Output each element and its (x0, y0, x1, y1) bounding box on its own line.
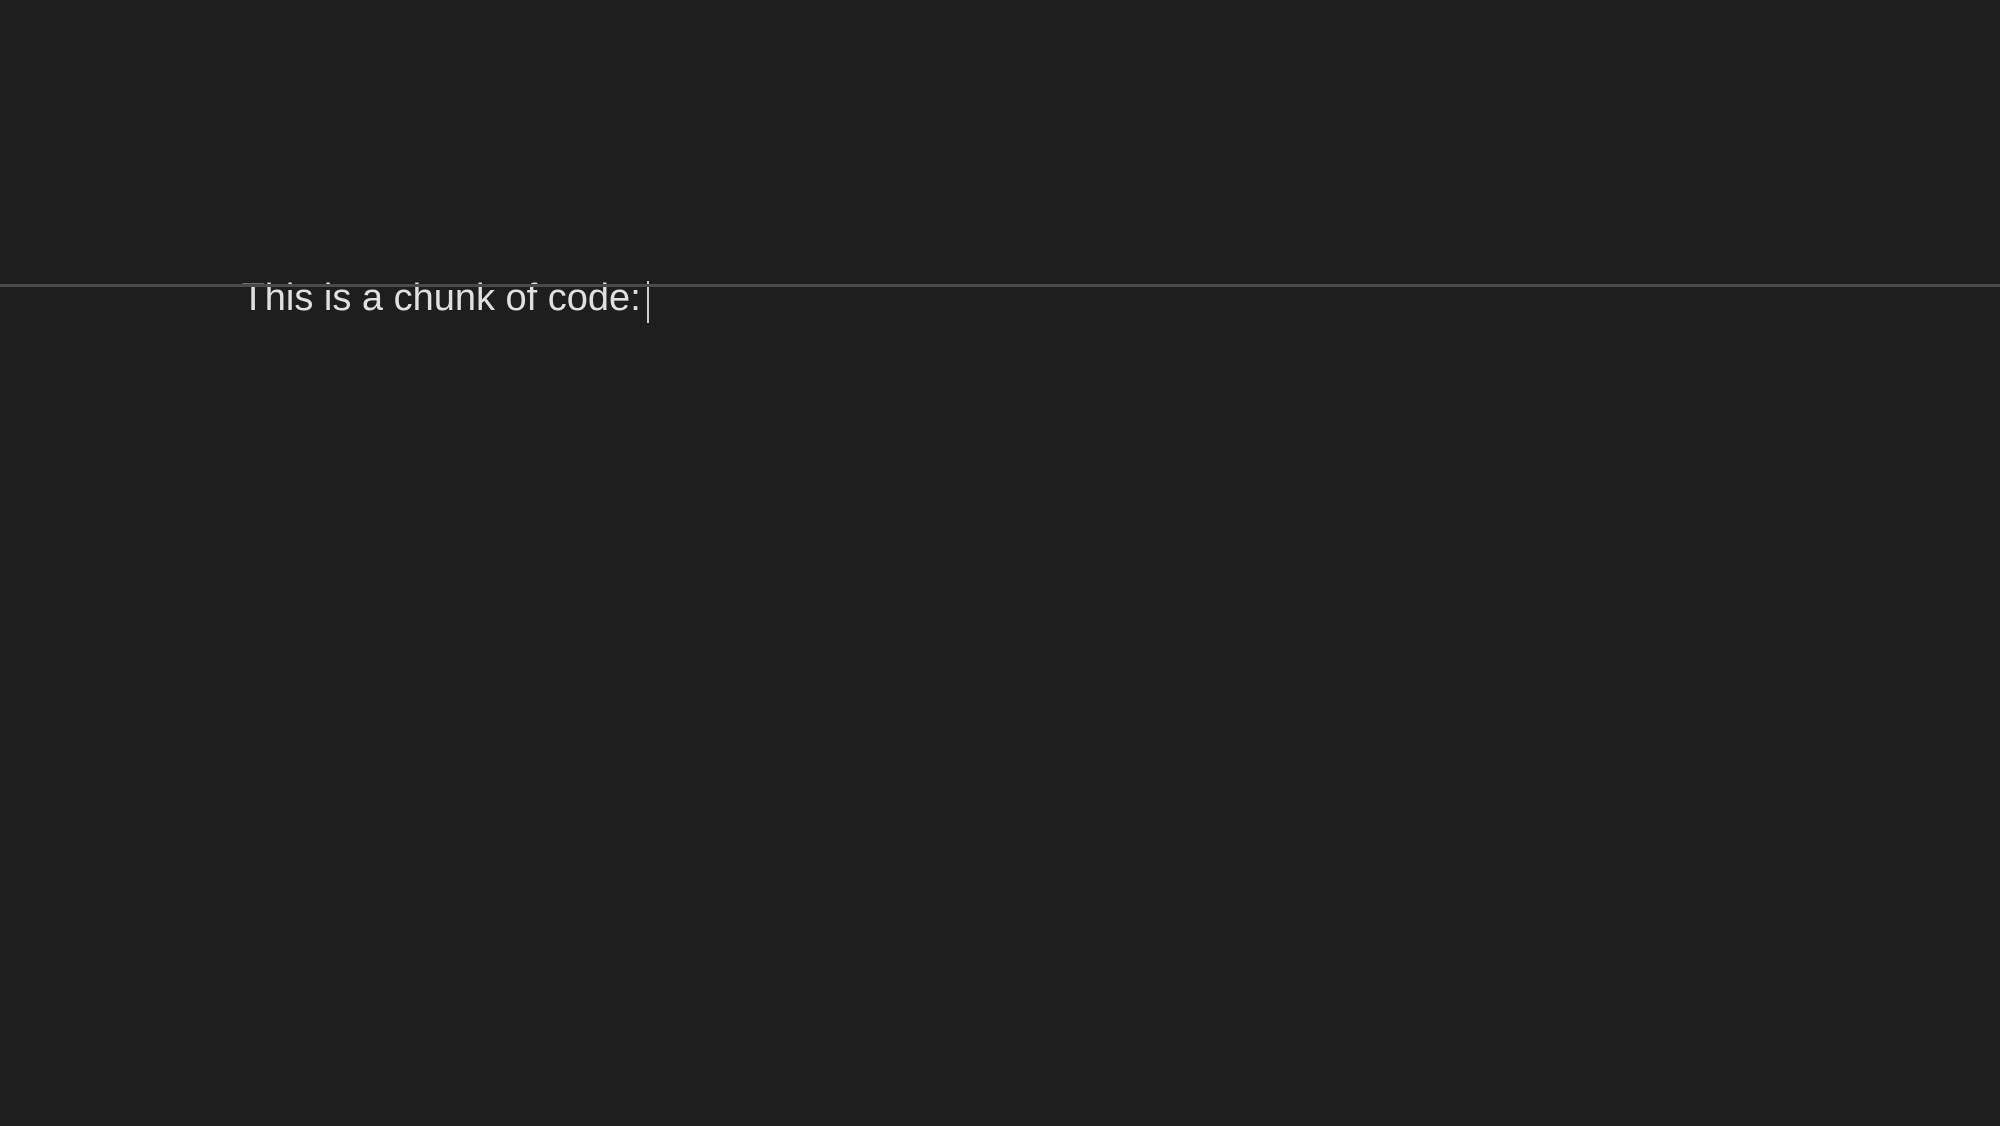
horizontal-divider (0, 284, 2000, 287)
editor-text-content: This is a chunk of code: (242, 277, 641, 319)
editor-text-line[interactable]: This is a chunk of code: (200, 230, 649, 367)
editor-container[interactable]: This is a chunk of code: (0, 0, 2000, 1126)
